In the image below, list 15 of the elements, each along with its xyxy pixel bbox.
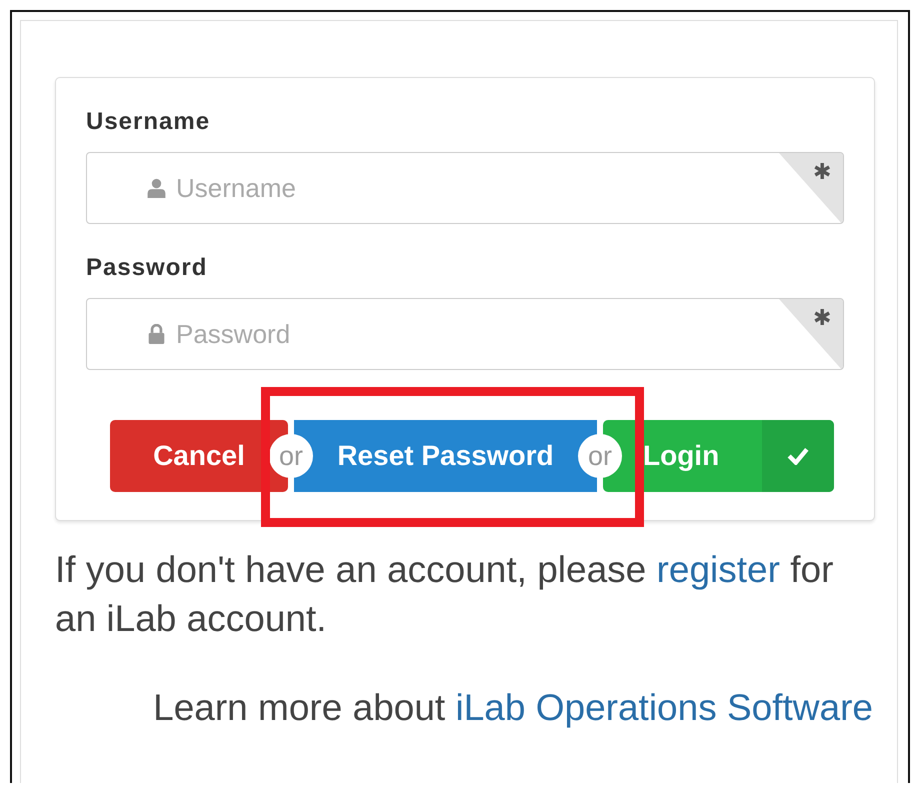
- required-marker: ✱: [779, 153, 843, 223]
- check-icon: [787, 447, 809, 465]
- required-marker: ✱: [779, 299, 843, 369]
- field-label: Password: [86, 254, 208, 282]
- text-field[interactable]: Username ✱: [86, 152, 844, 224]
- software-link[interactable]: iLab Operations Software: [455, 687, 873, 728]
- field-label: Username: [86, 108, 212, 136]
- lock-icon: [147, 324, 166, 344]
- register-link[interactable]: register: [656, 549, 780, 590]
- input-field[interactable]: Password: [176, 314, 773, 354]
- text-field[interactable]: Password ✱: [86, 298, 844, 370]
- register-note: If you don't have an account, please register for an iLab account.: [55, 548, 834, 641]
- input-field[interactable]: Username: [176, 168, 773, 208]
- learn-more-text: Learn more about iLab Operations Software: [152, 687, 873, 729]
- user-icon: [147, 178, 166, 198]
